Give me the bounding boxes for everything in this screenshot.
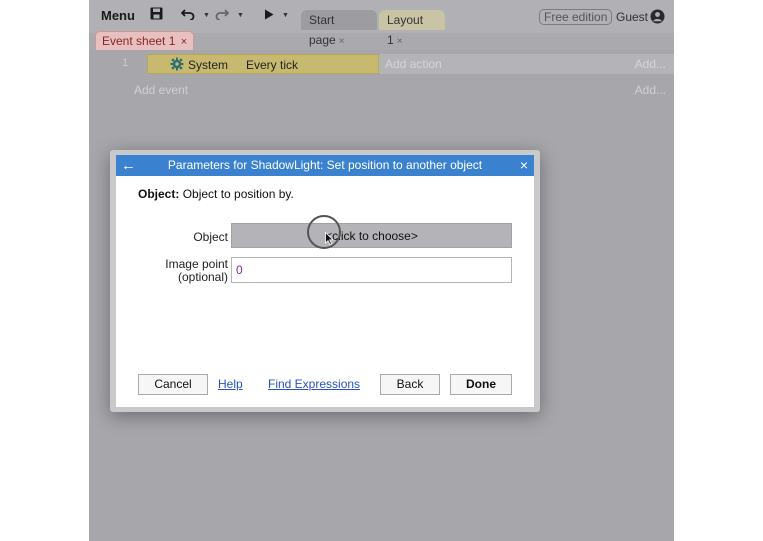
close-icon[interactable]: × [520,155,528,176]
tab-label: Event sheet 1 [102,34,176,48]
help-link[interactable]: Help [218,377,243,391]
close-icon[interactable]: × [181,36,187,48]
cancel-button[interactable]: Cancel [138,374,208,395]
action-cell[interactable]: Add action Add... [379,54,674,74]
dialog-title-bar: ← Parameters for ShadowLight: Set positi… [116,155,534,176]
close-icon[interactable]: × [339,36,345,47]
click-highlight-ring [307,215,341,249]
add-event-more-link[interactable]: Add... [635,83,666,97]
object-label: Object [193,230,228,244]
event-number: 1 [122,57,129,69]
add-event-link[interactable]: Add event [134,83,188,97]
gear-icon [170,57,184,71]
done-button[interactable]: Done [450,374,512,395]
condition-object: System [188,58,229,72]
parameter-description: Object: Object to position by. [138,187,294,201]
image-point-input[interactable] [231,257,512,283]
image-point-label-line2: (optional) [177,270,228,284]
add-action-link[interactable]: Add action [385,57,442,71]
free-edition-badge[interactable]: Free edition [539,9,613,25]
user-icon[interactable] [650,9,665,24]
redo-icon[interactable] [214,7,230,25]
back-arrow-icon[interactable]: ← [121,155,136,176]
condition-block[interactable]: System Every tick [147,54,379,74]
close-icon[interactable]: × [397,36,403,47]
play-icon[interactable] [262,7,276,25]
description-text: Object to position by. [182,187,294,201]
undo-menu-caret[interactable]: ▼ [203,12,210,19]
dialog-title: Parameters for ShadowLight: Set position… [167,158,483,172]
find-expressions-link[interactable]: Find Expressions [268,377,360,391]
back-button[interactable]: Back [380,374,440,395]
toolbar: Menu ▼ ▼ ▼ Start page × Layout 1 × Free ed… [89,0,674,47]
play-menu-caret[interactable]: ▼ [282,12,289,19]
tab-label: Layout 1 [387,13,424,47]
tab-layout-1[interactable]: Layout 1 × [379,10,445,47]
user-name[interactable]: Guest [616,8,648,26]
tab-start-page[interactable]: Start page × [301,10,377,47]
choose-object-button[interactable]: <click to choose> [231,223,512,248]
mouse-cursor-icon [325,232,334,245]
add-more-link[interactable]: Add... [635,57,666,71]
undo-icon[interactable] [180,7,196,25]
menu-button[interactable]: Menu [95,6,141,26]
event-row[interactable]: 1 System Every tick Add action Add... [89,54,674,74]
save-icon[interactable] [148,7,164,25]
image-point-label: Image point (optional) [165,258,228,284]
redo-menu-caret[interactable]: ▼ [237,12,244,19]
parameters-dialog: ← Parameters for ShadowLight: Set positi… [116,155,534,407]
description-label: Object: [138,187,180,201]
tab-event-sheet-1[interactable]: Event sheet 1 × [95,31,195,51]
tab-label: Start page [309,13,336,47]
condition-text: Every tick [246,58,299,72]
add-event-row: Add event Add... [89,81,674,99]
